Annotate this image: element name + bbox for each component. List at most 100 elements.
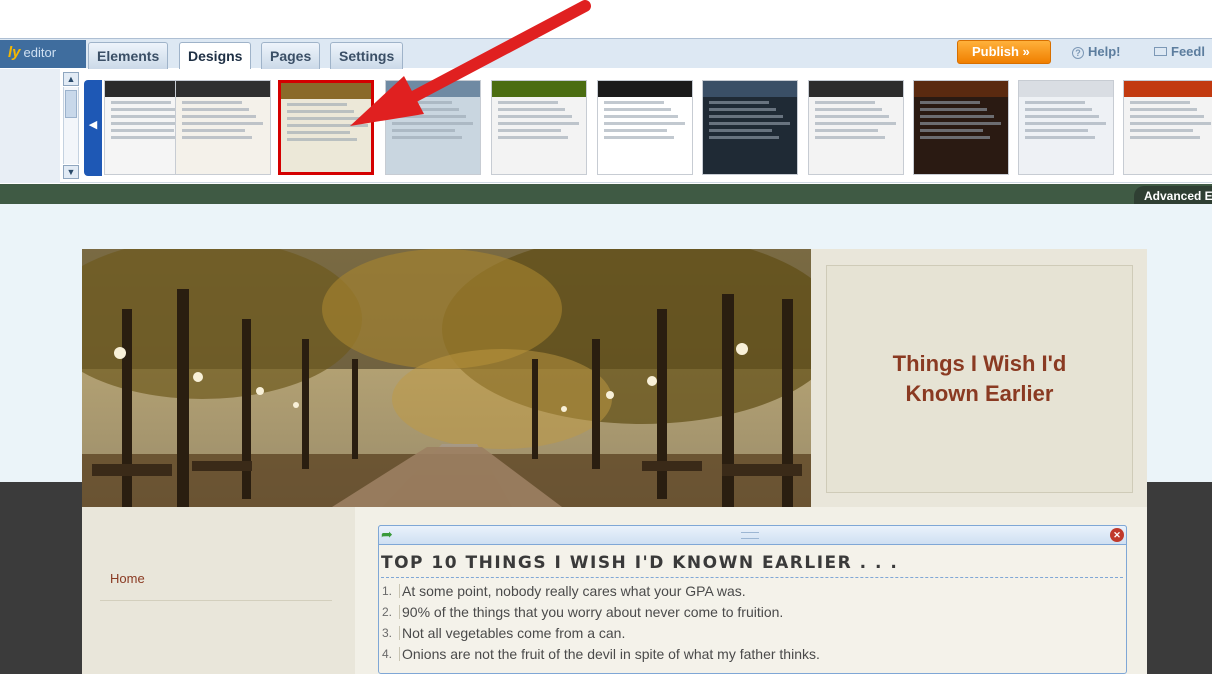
design-thumb-7[interactable] [702, 80, 798, 175]
nav-link-home[interactable]: Home [110, 571, 145, 586]
site-title[interactable]: Things I Wish I'd Known Earlier [860, 349, 1100, 409]
design-thumb-6[interactable] [597, 80, 693, 175]
list-item-number: 1. [380, 583, 400, 598]
thumb-text-line [1130, 122, 1211, 125]
content-list: 1. At some point, nobody really cares wha… [380, 580, 1120, 664]
thumb-text-line [392, 129, 455, 132]
thumb-text-line [287, 103, 347, 106]
design-thumb-3[interactable] [278, 80, 374, 175]
thumb-text-line [920, 136, 990, 139]
thumb-text-line [1130, 136, 1200, 139]
thumb-text-line [815, 108, 882, 111]
strip-scrollbar-thumb[interactable] [65, 90, 77, 118]
thumb-text-line [815, 101, 875, 104]
design-thumb-9[interactable] [913, 80, 1009, 175]
mail-icon [1154, 47, 1167, 56]
advanced-editing-tab[interactable]: Advanced Ed [1134, 186, 1212, 206]
drag-handle-icon[interactable] [741, 532, 759, 539]
thumb-text-line [920, 122, 1001, 125]
help-label: Help! [1088, 44, 1121, 59]
thumb-text-line [709, 136, 779, 139]
thumb-text-line [182, 101, 242, 104]
list-item-text: At some point, nobody really cares what … [402, 582, 746, 599]
thumb-text-line [498, 136, 568, 139]
prev-designs-arrow-icon[interactable]: ◀ [84, 80, 102, 176]
thumb-text-line [182, 122, 263, 125]
design-thumb-2[interactable] [175, 80, 271, 175]
thumb-text-line [709, 115, 783, 118]
thumb-text-line [604, 108, 671, 111]
thumb-header [281, 83, 371, 99]
thumb-text-line [111, 136, 181, 139]
list-item[interactable]: 1. At some point, nobody really cares wha… [380, 580, 1120, 601]
thumb-text-line [392, 101, 452, 104]
thumb-text-line [111, 108, 178, 111]
content-heading[interactable]: TOP 10 THINGS I WISH I'D KNOWN EARLIER .… [381, 552, 1123, 578]
help-link[interactable]: ? Help! [1072, 44, 1121, 59]
editor-logo: ly editor [0, 40, 86, 68]
thumb-header [386, 81, 480, 97]
scroll-down-icon[interactable]: ▼ [63, 165, 79, 179]
thumb-text-line [604, 122, 685, 125]
strip-left-panel [0, 69, 60, 183]
canvas-top-bar [0, 184, 1212, 204]
logo-text: editor [23, 45, 57, 60]
publish-button[interactable]: Publish » [957, 40, 1051, 64]
design-thumb-5[interactable] [491, 80, 587, 175]
thumb-text-line [392, 122, 473, 125]
thumb-text-line [111, 101, 171, 104]
site-title-box[interactable]: Things I Wish I'd Known Earlier [826, 265, 1133, 493]
thumb-text-line [815, 122, 896, 125]
thumb-text-line [604, 115, 678, 118]
thumb-text-line [604, 129, 667, 132]
thumb-text-line [182, 108, 249, 111]
list-item-text: Not all vegetables come from a can. [402, 624, 626, 641]
design-thumb-11[interactable] [1123, 80, 1212, 175]
thumb-header [176, 81, 270, 97]
thumb-text-line [920, 101, 980, 104]
thumb-text-line [920, 129, 983, 132]
thumb-header [1124, 81, 1212, 97]
thumb-text-line [111, 129, 174, 132]
thumb-text-line [1025, 122, 1106, 125]
list-item-text: Onions are not the fruit of the devil in… [402, 645, 820, 662]
design-thumb-10[interactable] [1018, 80, 1114, 175]
thumb-header [703, 81, 797, 97]
tab-settings[interactable]: Settings [330, 42, 404, 69]
thumb-text-line [392, 108, 459, 111]
header-image-autumn-park[interactable] [82, 249, 811, 507]
nav-divider [100, 600, 332, 601]
feedback-label: Feedl [1171, 44, 1205, 59]
design-thumb-4[interactable] [385, 80, 481, 175]
thumb-header [809, 81, 903, 97]
list-item-text: 90% of the things that you worry about n… [402, 603, 784, 620]
list-item[interactable]: 3. Not all vegetables come from a can. [380, 622, 1120, 643]
thumb-text-line [111, 115, 185, 118]
tab-elements[interactable]: Elements [88, 42, 169, 69]
tab-pages[interactable]: Pages [261, 42, 321, 69]
move-arrow-icon[interactable]: ➦ [381, 527, 397, 541]
thumb-header [598, 81, 692, 97]
design-thumb-8[interactable] [808, 80, 904, 175]
thumb-text-line [815, 115, 889, 118]
list-item[interactable]: 2. 90% of the things that you worry about… [380, 601, 1120, 622]
thumb-text-line [498, 115, 572, 118]
thumb-text-line [498, 122, 579, 125]
thumb-text-line [1130, 108, 1197, 111]
feedback-link[interactable]: Feedl [1154, 44, 1205, 59]
page-sidebar [82, 507, 355, 674]
close-icon[interactable]: ✕ [1110, 528, 1124, 542]
thumb-text-line [182, 136, 252, 139]
thumb-text-line [1025, 129, 1088, 132]
thumb-text-line [1130, 101, 1190, 104]
thumb-text-line [498, 101, 558, 104]
scroll-up-icon[interactable]: ▲ [63, 72, 79, 86]
thumb-text-line [1025, 108, 1092, 111]
tab-designs[interactable]: Designs [179, 42, 252, 70]
thumb-text-line [287, 124, 368, 127]
thumb-text-line [182, 129, 245, 132]
thumb-text-line [815, 129, 878, 132]
thumb-text-line [604, 101, 664, 104]
thumb-text-line [1025, 136, 1095, 139]
list-item[interactable]: 4. Onions are not the fruit of the devil … [380, 643, 1120, 664]
